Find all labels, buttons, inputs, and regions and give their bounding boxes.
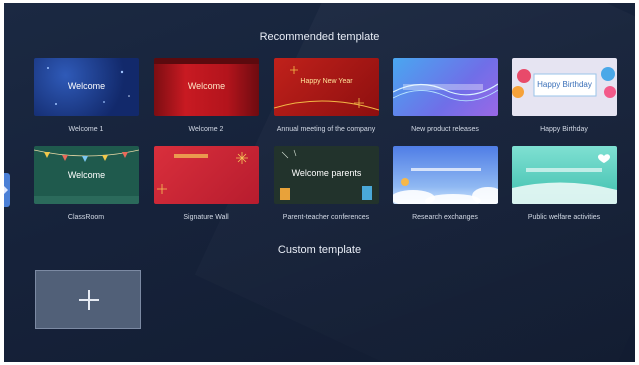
firework-decoration: [274, 66, 379, 111]
thumb-text: Welcome parents: [291, 168, 362, 178]
template-label: ClassRoom: [67, 214, 105, 221]
thumb-text: Happy New Year: [300, 78, 353, 85]
template-card-parent-teacher[interactable]: Welcome parents: [274, 146, 379, 204]
template-card-welcome-2[interactable]: Welcome: [154, 58, 259, 116]
template-label: Signature Wall: [183, 214, 229, 221]
template-screen: Recommended template Welcome Welcome 1 W…: [4, 3, 635, 362]
template-card-classroom[interactable]: Welcome: [34, 146, 139, 204]
template-card-signature-wall[interactable]: [154, 146, 259, 204]
template-label: Welcome 2: [188, 126, 224, 133]
template-card-happy-birthday[interactable]: Happy Birthday: [512, 58, 617, 116]
template-label: Annual meeting of the company: [276, 126, 376, 133]
firework-decoration: [157, 152, 248, 194]
thumb-text: Welcome: [67, 170, 106, 180]
template-card-public-welfare[interactable]: [512, 146, 617, 204]
template-card-research-exchanges[interactable]: [393, 146, 498, 204]
custom-title: Custom template: [277, 244, 362, 256]
plus-icon: [79, 290, 99, 310]
wave-decoration: [393, 83, 498, 102]
side-panel-toggle[interactable]: [4, 173, 10, 207]
template-label: Parent-teacher conferences: [282, 214, 370, 221]
template-card-welcome-1[interactable]: Welcome: [34, 58, 139, 116]
thumb-text: Welcome: [187, 81, 226, 91]
recommended-title: Recommended template: [259, 31, 380, 43]
cloud-decoration: [393, 168, 498, 204]
add-custom-template-button[interactable]: [35, 270, 141, 329]
template-label: Welcome 1: [68, 126, 104, 133]
thumb-text: Happy Birthday: [537, 80, 592, 89]
template-label: New product releases: [411, 126, 479, 133]
template-label: Research exchanges: [412, 214, 478, 221]
template-label: Happy Birthday: [540, 126, 588, 133]
thumb-text: Welcome: [67, 81, 106, 91]
template-label: Public welfare activities: [527, 214, 601, 221]
curtain-top: [154, 58, 259, 64]
template-card-new-product[interactable]: [393, 58, 498, 116]
template-card-annual-meeting[interactable]: Happy New Year: [274, 58, 379, 116]
chevron-right-icon: [4, 186, 8, 194]
heart-decoration: [512, 154, 617, 204]
